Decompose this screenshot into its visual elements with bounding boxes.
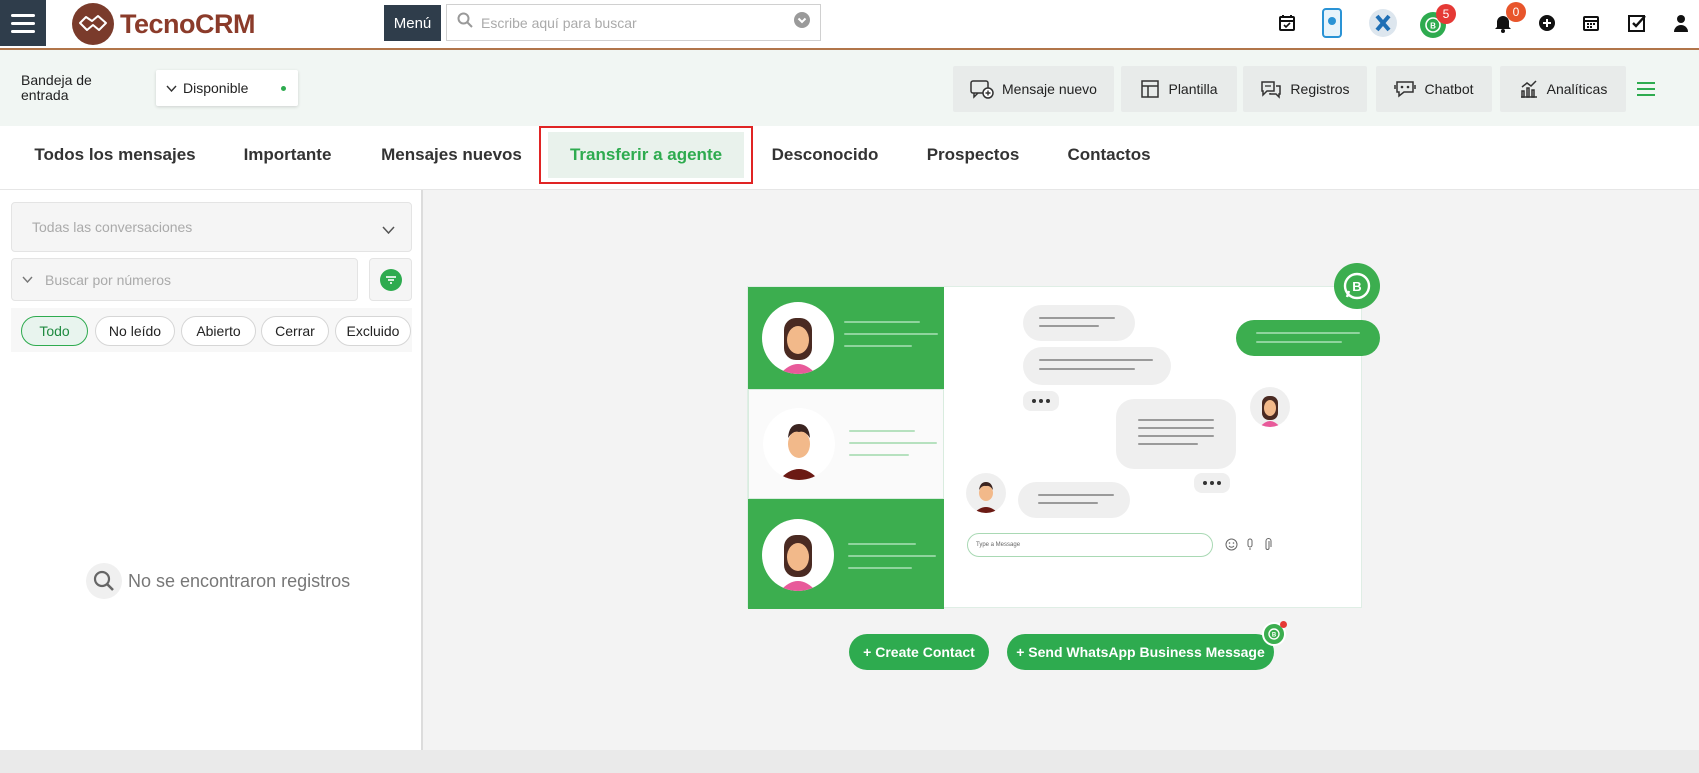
template-label: Plantilla [1168,81,1218,97]
illustration-contact-card [748,287,944,389]
records-label: Registros [1290,81,1350,97]
woman-avatar-icon [762,519,834,591]
analytics-button[interactable]: Analíticas [1500,66,1626,112]
availability-value: Disponible [183,80,249,96]
plus-circle-icon[interactable] [1534,10,1560,36]
brand-logo[interactable]: TecnoCRM [72,3,256,45]
pill-all[interactable]: Todo [21,316,88,346]
conversation-filter-value: Todas las conversaciones [32,219,193,235]
empty-state-message: No se encontraron registros [128,570,351,591]
tab-unknown[interactable]: Desconocido [762,126,888,184]
new-message-label: Mensaje nuevo [1002,81,1097,97]
tab-all-messages[interactable]: Todos los mensajes [27,126,203,184]
tab-contacts[interactable]: Contactos [1060,126,1158,184]
chevron-down-icon[interactable] [22,276,33,283]
status-online-dot [281,86,286,91]
illustration-message-input: Type a Message [967,533,1213,557]
template-icon [1141,80,1160,98]
tab-highlight-box [539,126,753,184]
brand-name: TecnoCRM [120,8,256,39]
chat-bubble-outgoing [1236,320,1380,356]
woman-avatar-icon [1250,387,1290,427]
user-icon[interactable] [1668,10,1694,36]
chat-bubble [1023,347,1171,385]
create-contact-button[interactable]: + Create Contact [849,634,989,670]
emoji-icon [1225,538,1238,556]
illustration-contact-card [748,499,944,609]
pill-closed[interactable]: Cerrar [261,316,329,346]
template-button[interactable]: Plantilla [1121,66,1237,112]
chatbot-label: Chatbot [1424,81,1474,97]
tab-new-messages[interactable]: Mensajes nuevos [376,126,527,184]
menu-button[interactable]: Menú [384,5,441,41]
pill-open[interactable]: Abierto [181,316,256,346]
mobile-app-icon[interactable] [1318,8,1346,38]
conversation-list-panel: Todas las conversaciones Todo No leído A… [0,190,423,750]
search-icon [457,12,473,33]
chevron-down-circle-icon[interactable] [794,12,810,33]
analytics-label: Analíticas [1546,81,1608,97]
availability-select[interactable]: Disponible [156,70,298,106]
hamburger-menu-icon[interactable] [0,0,46,46]
x-app-icon[interactable] [1368,8,1398,38]
number-search [11,258,358,301]
tab-prospects[interactable]: Prospectos [916,126,1030,184]
notification-dot [1280,621,1287,628]
microphone-icon [1246,538,1254,556]
svg-text:B: B [1430,22,1436,31]
options-menu-icon[interactable] [1637,82,1655,96]
inbox-title: Bandeja de entrada [21,72,92,103]
calendar-check-icon[interactable] [1274,10,1300,36]
calendar-icon[interactable] [1578,10,1604,36]
number-search-input[interactable] [45,271,347,288]
chat-bubble [1023,305,1135,341]
typing-dots [1023,391,1059,411]
whatsapp-business-icon: B [1262,621,1287,646]
top-bar: TecnoCRM Menú B 5 0 [0,0,1699,50]
pill-excluded[interactable]: Excluido [335,316,411,346]
filter-icon [379,268,402,291]
notifications-count-badge: 0 [1506,2,1526,22]
whatsapp-business-icon: B [1334,263,1380,309]
inbox-header: Bandeja de entrada Disponible Mensaje nu… [0,50,1699,126]
chevron-down-icon [382,221,395,237]
checkbox-tasks-icon[interactable] [1624,10,1650,36]
status-filter-pills: Todo No leído Abierto Cerrar Excluido [11,308,412,352]
global-search [446,4,821,41]
message-tabs: Todos los mensajes Importante Mensajes n… [0,126,1699,190]
chatbot-icon [1394,81,1417,98]
conversation-filter-select[interactable]: Todas las conversaciones [11,202,412,252]
search-icon [86,563,122,599]
chevron-down-icon [166,85,177,92]
illustration-contact-card [748,389,944,499]
tab-important[interactable]: Importante [232,126,343,184]
pill-unread[interactable]: No leído [95,316,175,346]
chatbot-button[interactable]: Chatbot [1376,66,1492,112]
records-button[interactable]: Registros [1243,66,1367,112]
analytics-icon [1520,80,1537,98]
filter-button[interactable] [369,258,412,301]
whatsapp-count-badge: 5 [1436,4,1456,24]
man-avatar-icon [966,473,1006,513]
empty-state: No se encontraron registros [86,563,350,599]
new-message-button[interactable]: Mensaje nuevo [953,66,1114,112]
whatsapp-business-icon[interactable]: B 5 [1420,4,1456,38]
typing-dots [1194,473,1230,493]
man-avatar-icon [763,408,835,480]
chat-bubble [1018,482,1130,518]
chat-bubble [1116,399,1236,469]
handshake-icon [72,3,114,45]
bottom-strip [0,750,1699,773]
attachment-icon [1264,538,1272,556]
records-icon [1261,81,1282,99]
new-message-icon [970,80,994,99]
illustration-contacts-column [748,287,944,609]
svg-text:B: B [1272,633,1277,639]
svg-text:B: B [1352,279,1361,294]
send-whatsapp-message-button[interactable]: + Send WhatsApp Business Message [1007,634,1274,670]
global-search-input[interactable] [481,14,794,31]
woman-avatar-icon [762,302,834,374]
bell-icon[interactable]: 0 [1490,2,1526,36]
whatsapp-illustration: Type a Message [747,286,1380,609]
